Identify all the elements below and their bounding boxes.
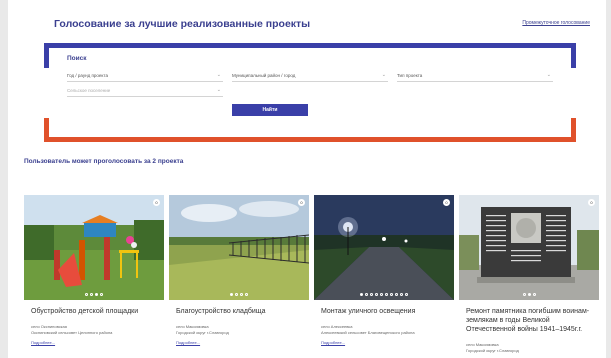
card-title: Благоустройство кладбища — [176, 308, 266, 315]
slide-dot[interactable] — [100, 293, 103, 296]
slide-dot[interactable] — [395, 293, 398, 296]
project-cards: 0 Обустройство детской площадки село Окс… — [24, 195, 606, 358]
vote-count-badge: 0 — [153, 199, 160, 206]
slide-dot[interactable] — [95, 293, 98, 296]
card-place: село Алексеевка — [321, 324, 353, 329]
district-select[interactable]: Муниципальный район / город ⌄ — [232, 70, 388, 82]
slide-dots[interactable] — [169, 293, 309, 296]
project-card[interactable]: 0 Обустройство детской площадки село Окс… — [24, 195, 164, 358]
vote-count-badge: 0 — [588, 199, 595, 206]
vote-count-badge: 0 — [298, 199, 305, 206]
slide-dot[interactable] — [240, 293, 243, 296]
slide-dot[interactable] — [235, 293, 238, 296]
street-lighting-photo — [314, 195, 454, 300]
slide-dot[interactable] — [400, 293, 403, 296]
card-title: Обустройство детской площадки — [31, 308, 139, 315]
card-district: Городской округ г.Славгород — [466, 348, 519, 353]
project-photo-street-lighting[interactable]: 0 — [314, 195, 454, 300]
card-district: Алексеевский сельсовет Благовещенского р… — [321, 330, 415, 335]
project-photo-playground[interactable]: 0 — [24, 195, 164, 300]
slide-dot[interactable] — [390, 293, 393, 296]
year-select-value: Год / раунд проекта — [67, 73, 108, 78]
project-photo-monument[interactable]: 0 — [459, 195, 599, 300]
chevron-down-icon: ⌄ — [216, 87, 221, 93]
slide-dot[interactable] — [230, 293, 233, 296]
search-label: Поиск — [67, 55, 87, 62]
more-link[interactable]: Подробнее... — [31, 340, 55, 345]
slide-dot[interactable] — [405, 293, 408, 296]
card-district: Городской округ г.Славгород — [176, 330, 229, 335]
intermediate-voting-link[interactable]: Промежуточное голосование — [522, 20, 590, 26]
project-card[interactable]: 0 Монтаж уличного освещения село Алексее… — [314, 195, 454, 358]
slide-dots[interactable] — [459, 293, 599, 296]
project-card[interactable]: 0 Ремонт памятника погибшим воинам-земля… — [459, 195, 599, 358]
slide-dot[interactable] — [532, 293, 536, 296]
slide-dot[interactable] — [385, 293, 388, 296]
slide-dot[interactable] — [527, 293, 531, 296]
slide-dot[interactable] — [522, 293, 526, 296]
card-title: Ремонт памятника погибшим воинам-земляка… — [466, 308, 590, 333]
district-select-value: Муниципальный район / город — [232, 73, 296, 78]
slide-dot[interactable] — [375, 293, 378, 296]
slide-dots[interactable] — [314, 293, 454, 296]
slide-dot[interactable] — [360, 293, 363, 296]
slide-dot[interactable] — [370, 293, 373, 296]
card-place: село Максимовка — [466, 342, 499, 347]
more-link[interactable]: Подробнее... — [321, 340, 345, 345]
settlement-select[interactable]: Сельское поселение ⌄ — [67, 85, 223, 97]
project-card[interactable]: 0 Благоустройство кладбища село Максимов… — [169, 195, 309, 358]
slide-dot[interactable] — [245, 293, 248, 296]
page-title: Голосование за лучшие реализованные прое… — [54, 18, 311, 30]
card-place: село Максимовка — [176, 324, 209, 329]
slide-dot[interactable] — [85, 293, 88, 296]
find-button[interactable]: Найти — [232, 104, 308, 116]
chevron-down-icon: ⌄ — [381, 72, 386, 78]
slide-dot[interactable] — [90, 293, 93, 296]
type-select-value: Тип проекта — [397, 73, 423, 78]
vote-count-badge: 0 — [443, 199, 450, 206]
search-frame-top — [44, 43, 576, 68]
card-title: Монтаж уличного освещения — [321, 308, 416, 315]
project-photo-cemetery[interactable]: 0 — [169, 195, 309, 300]
card-district: Оксниновский сельсовет Целинного района — [31, 330, 113, 335]
more-link[interactable]: Подробнее... — [176, 340, 200, 345]
playground-photo — [24, 195, 164, 300]
slide-dots[interactable] — [24, 293, 164, 296]
monument-photo — [459, 195, 599, 300]
search-frame-bottom — [44, 118, 576, 142]
chevron-down-icon: ⌄ — [546, 72, 551, 78]
slide-dot[interactable] — [365, 293, 368, 296]
type-select[interactable]: Тип проекта ⌄ — [397, 70, 553, 82]
settlement-select-value: Сельское поселение — [67, 88, 111, 93]
slide-dot[interactable] — [380, 293, 383, 296]
vote-limit-note: Пользователь может проголосовать за 2 пр… — [24, 158, 184, 165]
year-select[interactable]: Год / раунд проекта ⌄ — [67, 70, 223, 82]
card-place: село Оксниновская — [31, 324, 67, 329]
page: Голосование за лучшие реализованные прое… — [8, 0, 606, 358]
cemetery-photo — [169, 195, 309, 300]
chevron-down-icon: ⌄ — [216, 72, 221, 78]
